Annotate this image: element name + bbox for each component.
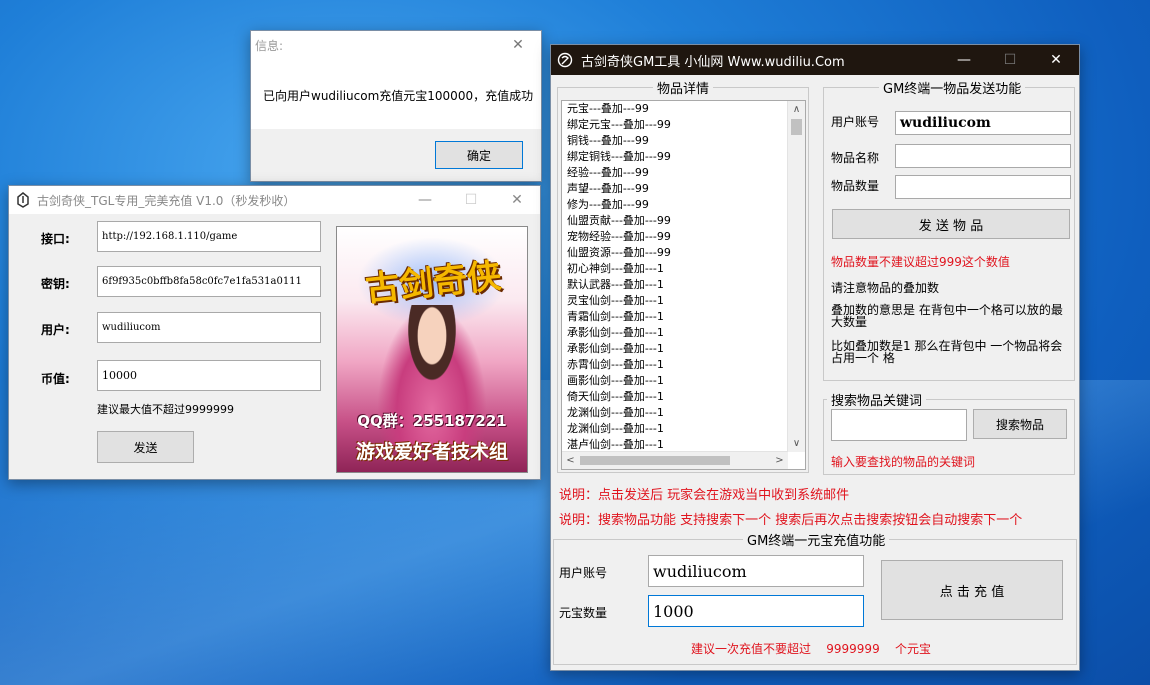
- list-item[interactable]: 仙盟资源---叠加---99: [567, 245, 787, 261]
- maximize-icon[interactable]: ☐: [987, 45, 1033, 75]
- info-dialog-titlebar[interactable]: 信息: ✕: [251, 31, 541, 59]
- scroll-left-icon[interactable]: <: [562, 452, 579, 469]
- items-group-title: 物品详情: [653, 78, 714, 97]
- banner-group-text: 游戏爱好者技术组: [355, 441, 508, 463]
- info-message: 已向用户wudiliucom充值元宝100000，充值成功: [263, 89, 534, 103]
- list-item[interactable]: 赤霄仙剑---叠加---1: [567, 357, 787, 373]
- banner-qq-text: QQ群：255187221: [357, 412, 507, 430]
- items-list-inner: 元宝---叠加---99 绑定元宝---叠加---99 铜钱---叠加---99 绑定…: [567, 101, 787, 453]
- yb-qty-label: 元宝数量: [559, 606, 608, 620]
- search-input[interactable]: [831, 409, 967, 441]
- gm-window-titlebar[interactable]: 古剑奇侠GM工具 小仙网 Www.wudiliu.Com — ☐ ✕: [551, 45, 1079, 75]
- list-item[interactable]: 修为---叠加---99: [567, 197, 787, 213]
- list-item[interactable]: 承影仙剑---叠加---1: [567, 325, 787, 341]
- list-item[interactable]: 初心神剑---叠加---1: [567, 261, 787, 277]
- amount-field[interactable]: 10000: [97, 360, 321, 391]
- list-item[interactable]: 龙渊仙剑---叠加---1: [567, 405, 787, 421]
- send-item-button[interactable]: 发 送 物 品: [832, 209, 1070, 239]
- user-label: 用户:: [41, 323, 70, 337]
- scroll-down-icon[interactable]: ∨: [788, 435, 805, 452]
- yuanbao-group-title: GM终端一元宝充值功能: [743, 530, 890, 549]
- amount-hint: 建议最大值不超过9999999: [97, 403, 234, 416]
- send-item-group-title: GM终端一物品发送功能: [879, 78, 1026, 97]
- gm-window-title: 古剑奇侠GM工具 小仙网 Www.wudiliu.Com: [581, 54, 845, 70]
- maximize-icon[interactable]: ☐: [448, 186, 494, 214]
- key-label: 密钥:: [41, 277, 70, 291]
- list-item[interactable]: 绑定铜钱---叠加---99: [567, 149, 787, 165]
- account-label: 用户账号: [831, 115, 880, 129]
- yb-account-label: 用户账号: [559, 566, 608, 580]
- gm-tool-window: 古剑奇侠GM工具 小仙网 Www.wudiliu.Com — ☐ ✕ 物品详情 …: [550, 44, 1080, 671]
- list-item[interactable]: 宠物经验---叠加---99: [567, 229, 787, 245]
- item-qty-field[interactable]: [895, 175, 1071, 199]
- user-field[interactable]: wudiliucom: [97, 312, 321, 343]
- item-qty-label: 物品数量: [831, 179, 880, 193]
- amount-label: 币值:: [41, 372, 70, 386]
- endpoint-field[interactable]: http://192.168.1.110/game: [97, 221, 321, 252]
- stack-meaning-note: 叠加数的意思是 在背包中一个格可以放的最大数量: [831, 303, 1063, 329]
- recharge-button[interactable]: 点 击 充 值: [881, 560, 1063, 620]
- list-item[interactable]: 绑定元宝---叠加---99: [567, 117, 787, 133]
- app-logo-icon: [17, 192, 29, 208]
- list-item[interactable]: 倚天仙剑---叠加---1: [567, 389, 787, 405]
- send-button[interactable]: 发送: [97, 431, 194, 463]
- account-field[interactable]: wudiliucom: [895, 111, 1071, 135]
- list-item[interactable]: 仙盟贡献---叠加---99: [567, 213, 787, 229]
- list-item[interactable]: 灵宝仙剑---叠加---1: [567, 293, 787, 309]
- search-group-title: 搜索物品关键词: [827, 390, 927, 409]
- info-dialog: 信息: ✕ 已向用户wudiliucom充值元宝100000，充值成功 确定: [250, 30, 542, 182]
- notice-search: 说明：搜索物品功能 支持搜索下一个 搜索后再次点击搜索按钮会自动搜索下一个: [559, 513, 1023, 528]
- info-dialog-title: 信息:: [255, 38, 284, 53]
- game-banner: 古剑奇侠 QQ群：255187221 游戏爱好者技术组: [336, 226, 528, 473]
- items-list-vscroll-thumb[interactable]: [791, 119, 802, 135]
- search-button[interactable]: 搜索物品: [973, 409, 1067, 439]
- items-list-hscroll-thumb[interactable]: [580, 456, 730, 465]
- app-logo-icon: [557, 52, 573, 68]
- stack-note: 请注意物品的叠加数: [831, 281, 940, 295]
- yb-hint: 建议一次充值不要超过 9999999 个元宝: [691, 642, 931, 656]
- scroll-right-icon[interactable]: >: [771, 452, 788, 469]
- list-item[interactable]: 经验---叠加---99: [567, 165, 787, 181]
- yb-qty-field[interactable]: 1000: [648, 595, 864, 627]
- close-icon[interactable]: ✕: [1033, 45, 1079, 75]
- list-item[interactable]: 承影仙剑---叠加---1: [567, 341, 787, 357]
- close-icon[interactable]: ✕: [494, 186, 540, 214]
- minimize-icon[interactable]: —: [402, 186, 448, 214]
- list-item[interactable]: 龙渊仙剑---叠加---1: [567, 421, 787, 437]
- stack-example-note: 比如叠加数是1 那么在背包中 一个物品将会占用一个 格: [831, 339, 1063, 365]
- list-item[interactable]: 默认武器---叠加---1: [567, 277, 787, 293]
- notice-mail: 说明：点击发送后 玩家会在游戏当中收到系统邮件: [559, 488, 850, 503]
- list-item[interactable]: 声望---叠加---99: [567, 181, 787, 197]
- close-icon[interactable]: ✕: [495, 31, 541, 59]
- key-field[interactable]: 6f9f935c0bffb8fa58c0fc7e1fa531a0111: [97, 266, 321, 297]
- scroll-up-icon[interactable]: ∧: [788, 101, 805, 118]
- list-item[interactable]: 铜钱---叠加---99: [567, 133, 787, 149]
- items-list[interactable]: 元宝---叠加---99 绑定元宝---叠加---99 铜钱---叠加---99 绑定…: [561, 100, 806, 470]
- item-name-field[interactable]: [895, 144, 1071, 168]
- list-item[interactable]: 元宝---叠加---99: [567, 101, 787, 117]
- item-name-label: 物品名称: [831, 151, 880, 165]
- list-item[interactable]: 青霜仙剑---叠加---1: [567, 309, 787, 325]
- recharge-window-titlebar[interactable]: 古剑奇侠_TGL专用_完美充值 V1.0（秒发秒收） — ☐ ✕: [9, 186, 540, 214]
- recharge-window: 古剑奇侠_TGL专用_完美充值 V1.0（秒发秒收） — ☐ ✕ 接口: htt…: [8, 185, 541, 480]
- minimize-icon[interactable]: —: [941, 45, 987, 75]
- yb-account-field[interactable]: wudiliucom: [648, 555, 864, 587]
- endpoint-label: 接口:: [41, 232, 70, 246]
- recharge-window-title: 古剑奇侠_TGL专用_完美充值 V1.0（秒发秒收）: [37, 193, 296, 208]
- qty-warning: 物品数量不建议超过999这个数值: [831, 255, 1010, 269]
- search-hint: 输入要查找的物品的关键词: [831, 455, 976, 469]
- items-list-vscrollbar[interactable]: ∧ ∨: [787, 101, 805, 452]
- items-list-hscrollbar[interactable]: < >: [562, 451, 788, 469]
- list-item[interactable]: 画影仙剑---叠加---1: [567, 373, 787, 389]
- ok-button[interactable]: 确定: [435, 141, 523, 169]
